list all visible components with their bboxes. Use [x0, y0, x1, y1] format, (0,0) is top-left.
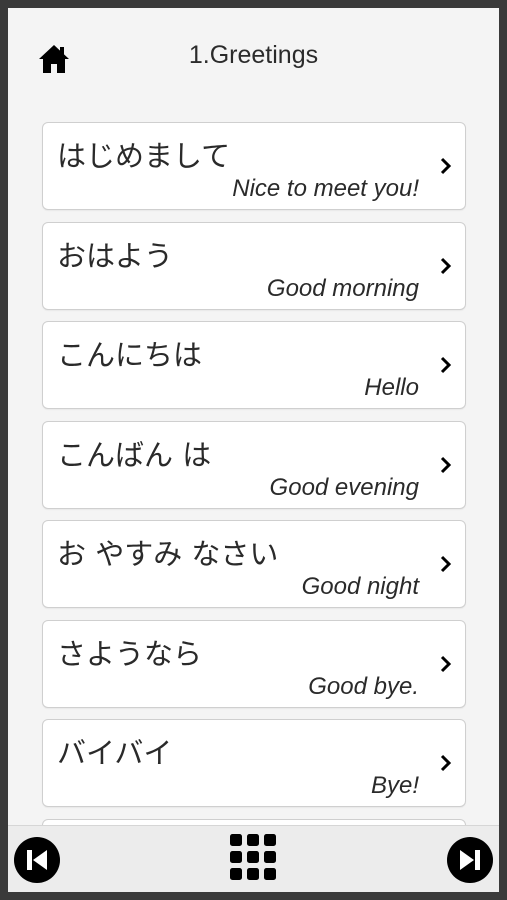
chevron-right-icon: [440, 257, 452, 274]
japanese-phrase: バイバイ: [57, 736, 173, 770]
japanese-phrase: さようなら: [57, 636, 203, 671]
menu-grid-button[interactable]: [228, 832, 278, 882]
english-translation: Nice to meet you!: [232, 175, 419, 202]
page-title: 1.Greetings: [188, 41, 319, 69]
japanese-phrase: はじめまして: [57, 139, 231, 173]
list-item[interactable]: おはよう Good morning: [42, 221, 466, 310]
chevron-right-icon: [440, 555, 452, 573]
list-item[interactable]: はじめまして Nice to meet you!: [42, 122, 466, 210]
list-item[interactable]: さようなら Good bye.: [42, 619, 466, 708]
english-translation: Hello: [364, 374, 419, 401]
japanese-phrase: こんにちは: [57, 338, 203, 372]
chevron-right-icon: [440, 754, 452, 772]
japanese-phrase: こんばん は: [57, 437, 212, 472]
chevron-right-icon: [440, 655, 452, 672]
header-bar: 1.Greetings: [8, 8, 499, 108]
japanese-phrase: お やすみ なさい: [57, 537, 279, 571]
footer-toolbar: [8, 825, 499, 892]
english-translation: Good morning: [266, 274, 419, 302]
phrase-list: はじめまして Nice to meet you! おはよう Good morni…: [42, 122, 466, 860]
english-translation: Good night: [301, 573, 419, 600]
skip-next-icon: [447, 837, 493, 883]
chevron-right-icon: [440, 456, 452, 473]
english-translation: Good evening: [269, 473, 419, 501]
list-item[interactable]: こんばん は Good evening: [42, 420, 466, 509]
app-screen: 1.Greetings はじめまして Nice to meet you! おはよ…: [8, 8, 499, 892]
skip-previous-icon: [14, 837, 60, 883]
previous-button[interactable]: [13, 836, 61, 884]
english-translation: Bye!: [370, 772, 419, 799]
list-item[interactable]: こんにちは Hello: [42, 321, 466, 409]
list-item[interactable]: バイバイ Bye!: [42, 719, 466, 807]
grid-menu-icon: [230, 834, 276, 880]
next-button[interactable]: [446, 836, 494, 884]
japanese-phrase: おはよう: [57, 238, 174, 273]
chevron-right-icon: [440, 157, 452, 175]
chevron-right-icon: [440, 356, 452, 374]
english-translation: Good bye.: [308, 672, 419, 700]
list-item[interactable]: お やすみ なさい Good night: [42, 520, 466, 608]
